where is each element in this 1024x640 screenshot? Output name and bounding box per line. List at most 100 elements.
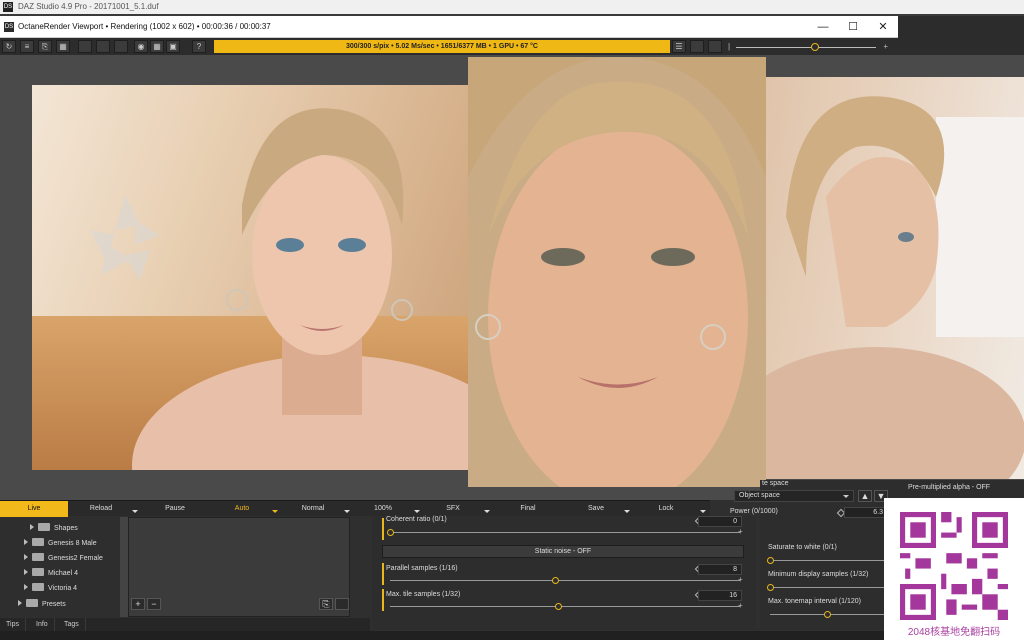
sfx-button[interactable]: SFX [420, 501, 486, 517]
help-icon[interactable]: ? [192, 40, 206, 53]
content-tree: Shapes Genesis 8 Male Genesis2 Female Mi… [0, 517, 120, 617]
tab-info[interactable]: Info [30, 618, 55, 631]
qr-caption: 2048核基地免翻扫码 [907, 627, 1001, 638]
maximize-button[interactable]: ☐ [838, 16, 868, 38]
minimize-button[interactable]: — [808, 16, 838, 38]
max-tile-samples-plus-icon[interactable]: + [738, 601, 743, 610]
object-space-dropdown[interactable]: Object space [734, 490, 854, 502]
blank-pane-button[interactable] [335, 598, 349, 610]
blank-tool-2-icon[interactable] [96, 40, 110, 53]
max-tile-samples-value[interactable]: 16 [698, 590, 742, 601]
save-button[interactable]: Save [566, 501, 626, 517]
zoom-100-button[interactable]: 100% [350, 501, 416, 517]
top-slider-knob[interactable] [811, 43, 820, 51]
refresh-icon[interactable]: ↻ [2, 40, 16, 53]
slider-minus-icon[interactable]: | [728, 42, 730, 51]
static-noise-toggle[interactable]: Static noise - OFF [382, 545, 744, 558]
daz-right-toolbar [898, 16, 1024, 55]
tab-tags[interactable]: Tags [58, 618, 86, 631]
power-label: Power (0/1000) [730, 508, 778, 515]
chevron-down-icon [843, 495, 849, 498]
image-icon[interactable]: ▣ [166, 40, 180, 53]
auto-dropdown-icon[interactable] [272, 510, 278, 513]
lock-button[interactable]: Lock [630, 501, 702, 517]
tree-item-presets[interactable]: Presets [18, 599, 66, 611]
min-display-knob[interactable] [767, 584, 774, 591]
reload-button[interactable]: Reload [68, 501, 134, 517]
settings-list-icon[interactable]: ≡ [20, 40, 34, 53]
tree-scrollbar[interactable] [120, 517, 128, 617]
auto-button[interactable]: Auto [210, 501, 274, 517]
blank-tool-3-icon[interactable] [114, 40, 128, 53]
tree-item-shapes[interactable]: Shapes [30, 523, 78, 535]
section-accent [382, 518, 384, 540]
gallery-icon[interactable]: ▦ [56, 40, 70, 53]
remove-button[interactable]: − [147, 598, 161, 610]
coherent-ratio-knob[interactable] [387, 529, 394, 536]
coherent-ratio-plus-icon[interactable]: + [738, 527, 743, 536]
top-slider[interactable]: | + [728, 42, 888, 52]
power-value[interactable]: 6.3 [844, 507, 888, 518]
add-button[interactable]: + [131, 598, 145, 610]
tab-tips[interactable]: Tips [0, 618, 26, 631]
expand-arrow-icon[interactable] [24, 554, 28, 560]
expand-arrow-icon[interactable] [24, 584, 28, 590]
folder-icon [32, 538, 44, 546]
pre-multiplied-alpha-toggle[interactable]: Pre-multiplied alpha - OFF [908, 484, 990, 491]
qr-code-image [900, 512, 1008, 620]
parallel-samples-plus-icon[interactable]: + [738, 575, 743, 584]
expand-arrow-icon[interactable] [18, 600, 22, 606]
tree-item-genesis8-male[interactable]: Genesis 8 Male [24, 538, 97, 550]
render-viewport[interactable] [0, 55, 1024, 500]
folder-icon [26, 599, 38, 607]
figure-profile [766, 96, 1024, 479]
parallel-samples-knob[interactable] [551, 577, 559, 584]
list-view-icon[interactable]: ☰ [672, 40, 686, 53]
final-button[interactable]: Final [490, 501, 566, 517]
expand-arrow-icon[interactable] [24, 569, 28, 575]
window-controls: — ☐ ✕ [808, 16, 898, 38]
content-pane[interactable]: + − ⎘ [128, 517, 350, 617]
move-up-button[interactable]: ▲ [858, 490, 872, 502]
tree-item-genesis2-female[interactable]: Genesis2 Female [24, 553, 103, 565]
blank-tool-1-icon[interactable] [78, 40, 92, 53]
min-display-track [770, 587, 884, 588]
normal-button[interactable]: Normal [280, 501, 346, 517]
slider-plus-icon[interactable]: + [883, 42, 888, 51]
top-slider-track [736, 47, 876, 48]
copy-icon[interactable]: ⎘ [319, 598, 333, 610]
lock-dropdown-icon[interactable] [700, 510, 706, 513]
parallel-samples-value[interactable]: 8 [698, 564, 742, 575]
blank-tool-5-icon[interactable] [708, 40, 722, 53]
export-icon[interactable]: ⎘ [38, 40, 52, 53]
coherent-ratio-label: Coherent ratio (0/1) [386, 516, 447, 523]
folder-icon [38, 523, 50, 531]
daz-logo: DS [3, 2, 13, 12]
grid-icon[interactable]: ▦ [150, 40, 164, 53]
coherent-ratio-value[interactable]: 0 [698, 516, 742, 527]
section-accent [382, 563, 384, 585]
octane-window-title: OctaneRender Viewport • Rendering (1002 … [18, 22, 271, 31]
render-image-closeup [468, 57, 766, 487]
blank-tool-4-icon[interactable] [690, 40, 704, 53]
section-accent [382, 589, 384, 611]
live-button[interactable]: Live [0, 501, 68, 517]
expand-arrow-icon[interactable] [30, 524, 34, 530]
max-tile-samples-knob[interactable] [555, 603, 562, 610]
reload-dropdown-icon[interactable] [132, 510, 138, 513]
tree-item-victoria4[interactable]: Victoria 4 [24, 583, 77, 595]
tree-item-michael4[interactable]: Michael 4 [24, 568, 78, 580]
figure-closeup [468, 57, 766, 487]
figure-front [132, 108, 472, 470]
expand-arrow-icon[interactable] [24, 539, 28, 545]
render-control-bar: Live Reload Pause Auto Normal 100% SFX F… [0, 500, 710, 517]
render-status-bar: 300/300 s/pix • 5.02 Ms/sec • 1651/6377 … [214, 40, 670, 53]
pause-button[interactable]: Pause [140, 501, 210, 517]
close-button[interactable]: ✕ [868, 16, 898, 38]
max-tonemap-knob[interactable] [824, 611, 831, 618]
max-tile-samples-track [390, 606, 740, 607]
parallel-samples-track [390, 580, 740, 581]
record-icon[interactable]: ◉ [134, 40, 148, 53]
saturate-knob[interactable] [767, 557, 774, 564]
max-tonemap-interval-label: Max. tonemap interval (1/120) [768, 598, 861, 605]
